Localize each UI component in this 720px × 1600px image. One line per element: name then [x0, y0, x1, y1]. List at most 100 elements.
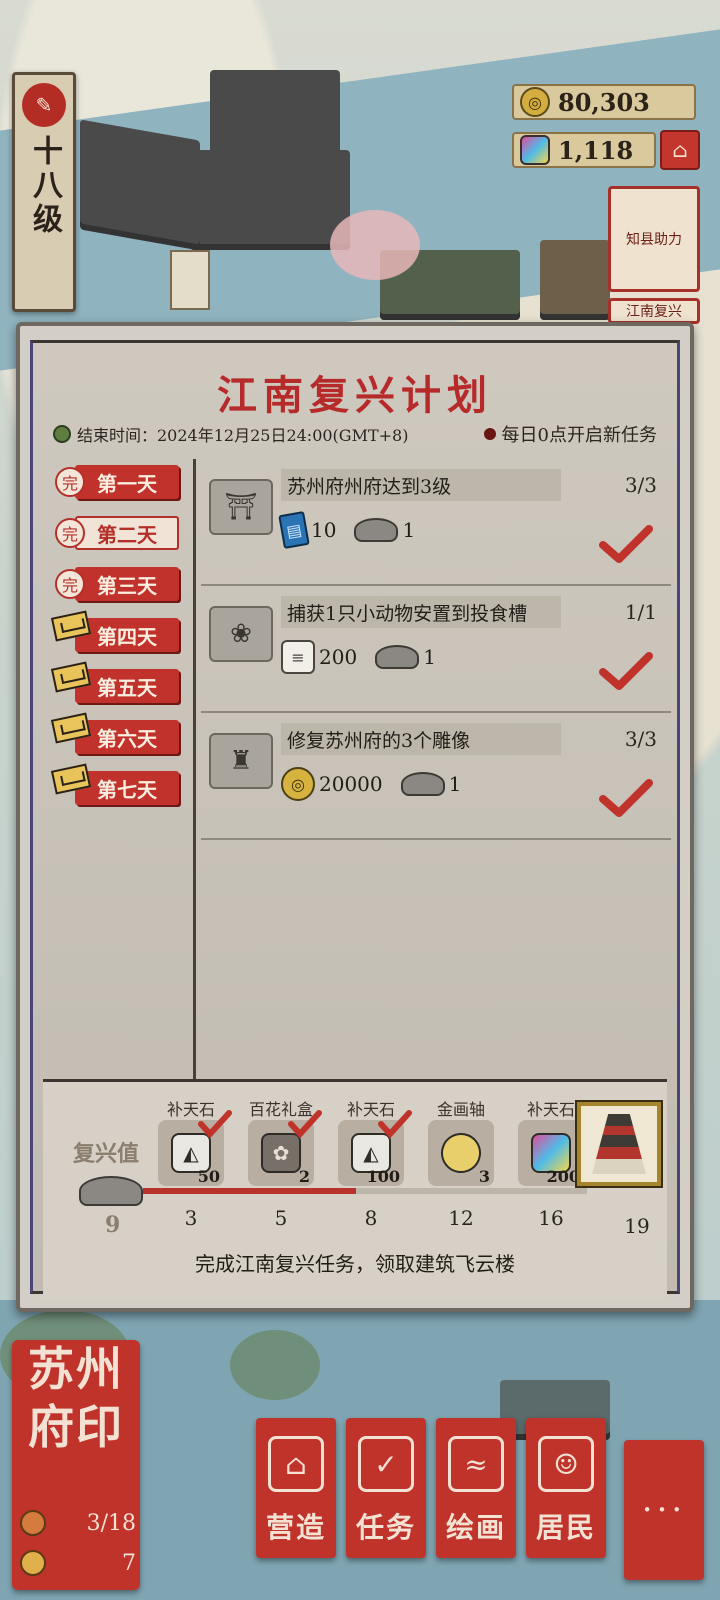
- shop-button[interactable]: ⌂: [660, 130, 700, 170]
- reward-item: ≡ 200: [281, 640, 357, 674]
- tab-day-5[interactable]: 第五天: [50, 661, 183, 705]
- revival-side-card[interactable]: 江南复兴: [608, 298, 700, 324]
- milestone-box: ◭ 100: [338, 1110, 412, 1186]
- task-row[interactable]: ⛩ 苏州府州府达到3级 3/3 ▤ 10 1: [201, 459, 671, 586]
- side-card-label: 知县助力: [626, 232, 682, 248]
- task-row[interactable]: ❀ 捕获1只小动物安置到投食槽 1/1 ≡ 200 1: [201, 586, 671, 713]
- revival-track: 复兴值 9 补天石 ◭ 50 3 百花礼盒 ✿ 2 5 补天石 ◭ 100 8 …: [43, 1079, 667, 1299]
- hat-icon: [79, 1176, 143, 1206]
- final-milestone: 19: [601, 1112, 673, 1238]
- checkmark-icon: [599, 652, 653, 690]
- tab-day-6[interactable]: 第六天: [50, 712, 183, 756]
- milestone-threshold: 8: [364, 1206, 378, 1230]
- revival-caption: 完成江南复兴任务，领取建筑飞云楼: [195, 1252, 515, 1276]
- task-name: 捕获1只小动物安置到投食槽: [281, 596, 561, 628]
- build-button[interactable]: ⌂ 营造: [256, 1418, 336, 1558]
- milestone-box: 3: [428, 1120, 494, 1186]
- side-card-label: 江南复兴: [626, 304, 682, 320]
- day-tabs: 完 第一天 完 第二天 完 第三天 第四天 第五天 第六天 第七天: [50, 463, 195, 820]
- milestone-threshold: 12: [448, 1206, 474, 1230]
- ticket-icon: ▤: [278, 511, 310, 549]
- seal-title-line: 苏州: [28, 1342, 124, 1396]
- seal-stat-value: 3/18: [86, 1510, 136, 1536]
- end-time: 结束时间：2024年12月25日24:00(GMT+8): [53, 422, 408, 446]
- reward-item: ▤ 10: [278, 511, 337, 549]
- panel-title: 江南复兴计划: [217, 372, 493, 419]
- magistrate-help-card[interactable]: 知县助力: [608, 186, 700, 292]
- scroll-icon: ≡: [281, 640, 315, 674]
- task-name: 修复苏州府的3个雕像: [281, 723, 561, 755]
- suzhou-seal-panel[interactable]: 苏州 府印 3/18 7: [12, 1340, 140, 1590]
- coin-icon: ◎: [281, 767, 315, 801]
- checkmark-icon: [599, 525, 653, 563]
- milestone-name: 金画轴: [436, 1100, 485, 1119]
- tab-day-3[interactable]: 完 第三天: [55, 565, 183, 603]
- feeding-trough-garden-icon: ❀: [209, 606, 273, 662]
- panel-subbar: 结束时间：2024年12月25日24:00(GMT+8) 每日0点开启新任务: [53, 419, 657, 449]
- button-label: 居民: [535, 1511, 596, 1544]
- end-time-text: 结束时间：2024年12月25日24:00(GMT+8): [77, 426, 409, 445]
- reward-amount: 1: [423, 645, 436, 669]
- day-label: 第七天: [75, 771, 179, 805]
- milestone-reward[interactable]: 金画轴 3 12: [425, 1096, 497, 1230]
- task-rewards: ▤ 10 1: [278, 511, 416, 549]
- milestone-count: 200: [546, 1167, 580, 1186]
- milestone-threshold: 5: [274, 1206, 288, 1230]
- scroll-icon: ≈: [448, 1436, 504, 1492]
- tasks-button[interactable]: ✓ 任务: [346, 1418, 426, 1558]
- milestone-threshold: 19: [624, 1214, 650, 1238]
- milestone-count: 3: [478, 1167, 490, 1186]
- milestone-reward[interactable]: 百花礼盒 ✿ 2 5: [245, 1096, 322, 1230]
- reward-amount: 1: [402, 518, 416, 542]
- reward-amount: 20000: [319, 772, 383, 796]
- day-label: 第一天: [75, 465, 179, 499]
- checkmark-icon: [599, 779, 653, 817]
- level-badge[interactable]: ✎ 十八级: [12, 72, 76, 312]
- task-rewards: ◎ 20000 1: [281, 767, 461, 801]
- seal-title: 苏州 府印: [16, 1340, 136, 1456]
- milestone-box: 200: [518, 1120, 584, 1186]
- completed-stamp-icon: 完: [55, 569, 85, 599]
- milestone-threshold: 16: [538, 1206, 564, 1230]
- person-icon: ☺: [538, 1436, 594, 1492]
- panel-paper: 江南复兴计划 结束时间：2024年12月25日24:00(GMT+8) 每日0点…: [30, 340, 680, 1299]
- tab-day-4[interactable]: 第四天: [50, 610, 183, 654]
- hat-icon: [400, 772, 445, 796]
- reward-item: 1: [400, 772, 461, 796]
- brush-seal-icon: ✎: [22, 83, 66, 127]
- milestone-count: 50: [197, 1167, 220, 1186]
- tab-day-2[interactable]: 完 第二天: [55, 514, 183, 552]
- button-label: 绘画: [445, 1511, 506, 1544]
- reward-item: 1: [375, 645, 436, 669]
- tab-day-1[interactable]: 完 第一天: [55, 463, 183, 501]
- milestone-count: 2: [298, 1167, 310, 1186]
- milestone-reward[interactable]: 补天石 ◭ 50 3: [155, 1096, 232, 1230]
- button-label: 任务: [355, 1511, 416, 1544]
- reward-amount: 10: [311, 518, 337, 542]
- coin-amount: 80,303: [558, 87, 650, 117]
- resident-icon: [20, 1510, 46, 1536]
- milestone-reward[interactable]: 补天石 ◭ 100 8: [335, 1096, 412, 1230]
- hat-icon: [375, 645, 420, 669]
- residents-button[interactable]: ☺ 居民: [526, 1418, 606, 1558]
- task-row[interactable]: ♜ 修复苏州府的3个雕像 3/3 ◎ 20000 1: [201, 713, 671, 840]
- level-label: 十八级: [27, 135, 62, 237]
- gift-box-icon: ✿: [261, 1133, 301, 1173]
- face-icon: [20, 1550, 46, 1576]
- gem-amount: 1,118: [558, 135, 634, 165]
- gem-counter: 1,118: [512, 132, 656, 168]
- milestone-count: 100: [366, 1167, 400, 1186]
- day-label: 第三天: [75, 567, 179, 601]
- revival-plan-panel: 江南复兴计划 结束时间：2024年12月25日24:00(GMT+8) 每日0点…: [16, 322, 694, 1312]
- day-label: 第六天: [75, 720, 179, 754]
- prefecture-building-icon: ⛩: [209, 479, 273, 535]
- seal-stat: 3/18: [20, 1510, 136, 1536]
- more-button[interactable]: ···: [624, 1440, 704, 1580]
- tab-day-7[interactable]: 第七天: [50, 763, 183, 807]
- milestone-box: ✿ 2: [248, 1110, 322, 1186]
- painting-button[interactable]: ≈ 绘画: [436, 1418, 516, 1558]
- task-progress: 3/3: [624, 727, 657, 751]
- seal-stat: 7: [20, 1550, 136, 1576]
- day-label: 第二天: [75, 516, 179, 550]
- task-name: 苏州府州府达到3级: [281, 469, 561, 501]
